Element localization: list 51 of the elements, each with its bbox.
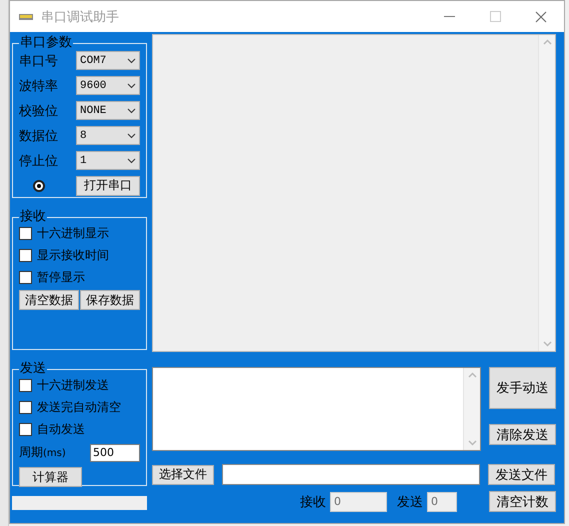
counter-field: 0 bbox=[427, 492, 457, 512]
caret-icon bbox=[127, 158, 136, 164]
counter-label: 发送 bbox=[397, 494, 423, 510]
checkbox[interactable] bbox=[19, 378, 32, 392]
send-action-button[interactable]: 发手动送 bbox=[489, 367, 556, 409]
dropdown[interactable]: 1 bbox=[76, 151, 140, 170]
field-label: 停止位 bbox=[19, 152, 58, 170]
field-label: 周期(ms) bbox=[19, 444, 66, 461]
send-text-area[interactable] bbox=[152, 367, 481, 451]
field-label: 校验位 bbox=[19, 102, 58, 120]
caret-icon bbox=[127, 132, 136, 138]
checkbox[interactable] bbox=[19, 248, 32, 262]
field-label: 串口号 bbox=[19, 52, 58, 70]
counter-label: 接收 bbox=[300, 494, 326, 510]
checkbox-label: 自动发送 bbox=[37, 420, 85, 438]
group-title: 接收 bbox=[19, 210, 47, 224]
minimize-icon[interactable] bbox=[444, 16, 454, 18]
checkbox[interactable] bbox=[19, 400, 32, 414]
field-label: 数据位 bbox=[19, 128, 58, 144]
action-button[interactable]: 清空数据 bbox=[19, 290, 79, 310]
period-field[interactable]: 500 bbox=[90, 444, 140, 462]
dropdown[interactable]: NONE bbox=[76, 101, 140, 120]
window-title: 串口调试助手 bbox=[41, 8, 120, 26]
checkbox-label: 暂停显示 bbox=[37, 268, 85, 286]
caret-icon bbox=[127, 58, 136, 64]
checkbox-label: 十六进制显示 bbox=[37, 224, 109, 242]
checkbox-label: 发送完自动清空 bbox=[37, 398, 121, 416]
send-action-button[interactable]: 清除发送 bbox=[489, 424, 556, 445]
action-button[interactable]: 保存数据 bbox=[80, 290, 140, 310]
dropdown[interactable]: 9600 bbox=[76, 76, 140, 95]
app-icon bbox=[19, 14, 33, 20]
close-icon[interactable] bbox=[535, 10, 547, 22]
calculator-button[interactable]: 计算器 bbox=[19, 467, 82, 487]
caret-icon bbox=[127, 108, 136, 114]
caret-icon bbox=[127, 82, 136, 88]
dropdown[interactable]: 8 bbox=[76, 126, 140, 145]
clear-count-button[interactable]: 清空计数 bbox=[489, 491, 556, 512]
field-label: 波特率 bbox=[19, 78, 58, 94]
group-title: 串口参数 bbox=[19, 36, 73, 50]
checkbox[interactable] bbox=[19, 226, 32, 240]
checkbox-label: 显示接收时间 bbox=[37, 246, 109, 264]
checkbox[interactable] bbox=[19, 270, 32, 284]
group-title: 发送 bbox=[19, 362, 47, 376]
choose-file-button[interactable]: 选择文件 bbox=[152, 464, 214, 484]
dropdown[interactable]: COM7 bbox=[76, 51, 140, 70]
checkbox-label: 十六进制发送 bbox=[37, 376, 109, 394]
counter-field: 0 bbox=[330, 492, 387, 512]
send-file-button[interactable]: 发送文件 bbox=[488, 464, 555, 485]
file-path-field[interactable] bbox=[222, 464, 480, 485]
checkbox[interactable] bbox=[19, 422, 32, 436]
open-port-button[interactable]: 打开串口 bbox=[76, 176, 140, 196]
